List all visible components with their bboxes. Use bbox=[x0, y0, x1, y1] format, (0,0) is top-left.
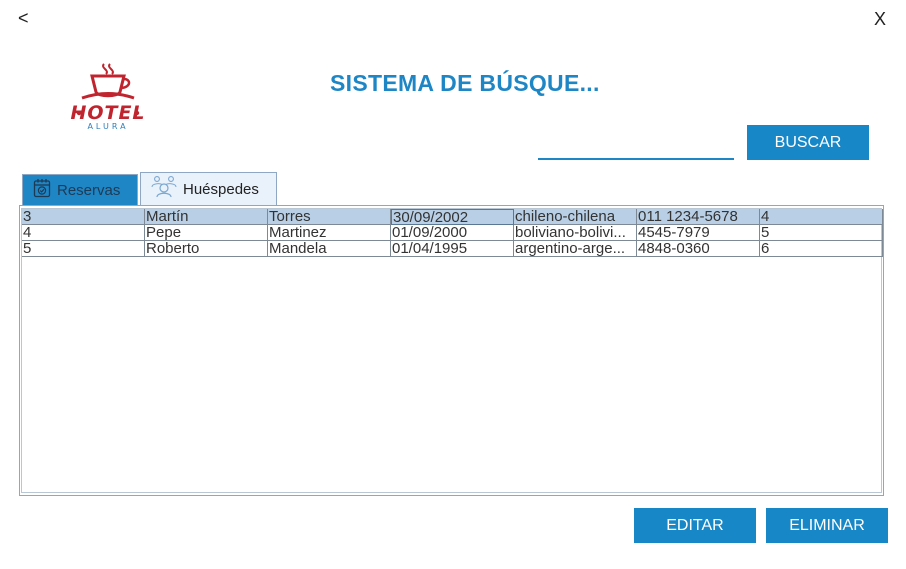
cell-telefono[interactable]: 4545-7979 bbox=[637, 225, 760, 241]
cell-reserva[interactable]: 5 bbox=[760, 225, 883, 241]
cell-apellido[interactable]: Martinez bbox=[268, 225, 391, 241]
cell-reserva[interactable]: 6 bbox=[760, 241, 883, 257]
close-button[interactable]: X bbox=[874, 9, 886, 30]
cell-telefono[interactable]: 4848-0360 bbox=[637, 241, 760, 257]
table-row[interactable]: 3 Martín Torres 30/09/2002 chileno-chile… bbox=[22, 209, 883, 225]
cell-fecha[interactable]: 01/04/1995 bbox=[391, 241, 514, 257]
logo-name: HOTEL bbox=[70, 102, 146, 124]
delete-button[interactable]: ELIMINAR bbox=[766, 508, 888, 543]
cell-id[interactable]: 4 bbox=[22, 225, 145, 241]
cell-id[interactable]: 5 bbox=[22, 241, 145, 257]
cell-nacionalidad[interactable]: boliviano-bolivi... bbox=[514, 225, 637, 241]
table-row[interactable]: 5 Roberto Mandela 01/04/1995 argentino-a… bbox=[22, 241, 883, 257]
cell-nombre[interactable]: Roberto bbox=[145, 241, 268, 257]
guests-table-panel: 3 Martín Torres 30/09/2002 chileno-chile… bbox=[19, 205, 884, 496]
tab-reservas-label: Reservas bbox=[57, 181, 121, 199]
cell-nombre[interactable]: Pepe bbox=[145, 225, 268, 241]
hotel-logo: HOTEL ALURA bbox=[60, 62, 156, 132]
tab-reservas[interactable]: Reservas bbox=[22, 174, 138, 205]
guests-table[interactable]: 3 Martín Torres 30/09/2002 chileno-chile… bbox=[21, 208, 883, 493]
search-button[interactable]: BUSCAR bbox=[747, 125, 869, 160]
edit-button[interactable]: EDITAR bbox=[634, 508, 756, 543]
cell-fecha[interactable]: 01/09/2000 bbox=[391, 225, 514, 241]
back-button[interactable]: < bbox=[18, 8, 29, 29]
cell-nacionalidad[interactable]: chileno-chilena bbox=[514, 209, 637, 225]
cell-fecha[interactable]: 30/09/2002 bbox=[391, 209, 514, 225]
cell-telefono[interactable]: 011 1234-5678 bbox=[637, 209, 760, 225]
tab-huespedes-label: Huéspedes bbox=[183, 180, 259, 198]
cell-id[interactable]: 3 bbox=[22, 209, 145, 225]
cell-nacionalidad[interactable]: argentino-arge... bbox=[514, 241, 637, 257]
guests-icon bbox=[151, 175, 177, 203]
calendar-check-icon bbox=[33, 178, 51, 202]
logo-sub: ALURA bbox=[87, 122, 129, 131]
table-row[interactable]: 4 Pepe Martinez 01/09/2000 boliviano-bol… bbox=[22, 225, 883, 241]
search-input[interactable] bbox=[538, 134, 734, 160]
tab-huespedes[interactable]: Huéspedes bbox=[140, 172, 277, 205]
cell-reserva[interactable]: 4 bbox=[760, 209, 883, 225]
cell-apellido[interactable]: Torres bbox=[268, 209, 391, 225]
cell-nombre[interactable]: Martín bbox=[145, 209, 268, 225]
cell-apellido[interactable]: Mandela bbox=[268, 241, 391, 257]
page-title: SISTEMA DE BÚSQUE... bbox=[330, 70, 600, 96]
